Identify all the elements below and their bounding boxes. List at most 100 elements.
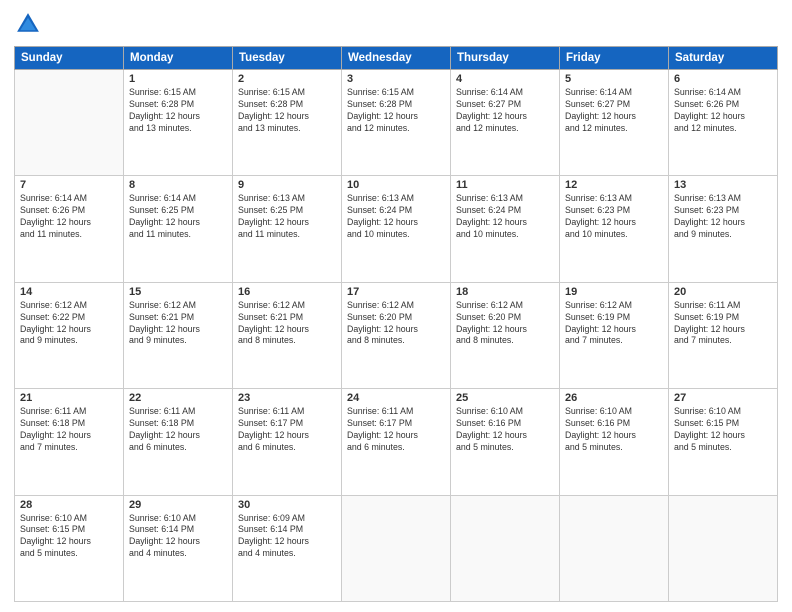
day-cell bbox=[560, 495, 669, 601]
day-number: 18 bbox=[456, 286, 554, 298]
day-cell: 15 Sunrise: 6:12 AM Sunset: 6:21 PM Dayli… bbox=[124, 282, 233, 388]
day-number: 7 bbox=[20, 179, 118, 191]
day-info: Sunrise: 6:11 AM Sunset: 6:17 PM Dayligh… bbox=[347, 406, 445, 454]
day-number: 26 bbox=[565, 392, 663, 404]
day-info: Sunrise: 6:14 AM Sunset: 6:25 PM Dayligh… bbox=[129, 193, 227, 241]
day-cell: 1Sunrise: 6:15 AM Sunset: 6:28 PM Daylig… bbox=[124, 70, 233, 176]
day-number: 2 bbox=[238, 73, 336, 85]
day-cell: 10Sunrise: 6:13 AM Sunset: 6:24 PM Dayli… bbox=[342, 176, 451, 282]
day-cell: 11 Sunrise: 6:13 AM Sunset: 6:24 PM Dayli… bbox=[451, 176, 560, 282]
day-number: 8 bbox=[129, 179, 227, 191]
week-row-1: 7 Sunrise: 6:14 AM Sunset: 6:26 PM Daylig… bbox=[15, 176, 778, 282]
calendar-header: SundayMondayTuesdayWednesdayThursdayFrid… bbox=[15, 47, 778, 70]
header-cell-sunday: Sunday bbox=[15, 47, 124, 70]
day-number: 15 bbox=[129, 286, 227, 298]
day-cell bbox=[15, 70, 124, 176]
day-cell: 20 Sunrise: 6:11 AM Sunset: 6:19 PM Dayli… bbox=[669, 282, 778, 388]
day-number: 20 bbox=[674, 286, 772, 298]
calendar: SundayMondayTuesdayWednesdayThursdayFrid… bbox=[14, 46, 778, 602]
logo bbox=[14, 10, 46, 38]
day-cell: 27Sunrise: 6:10 AM Sunset: 6:15 PM Dayli… bbox=[669, 389, 778, 495]
day-info: Sunrise: 6:15 AM Sunset: 6:28 PM Dayligh… bbox=[347, 87, 445, 135]
day-info: Sunrise: 6:13 AM Sunset: 6:23 PM Dayligh… bbox=[565, 193, 663, 241]
day-cell: 23 Sunrise: 6:11 AM Sunset: 6:17 PM Dayli… bbox=[233, 389, 342, 495]
day-cell: 25Sunrise: 6:10 AM Sunset: 6:16 PM Dayli… bbox=[451, 389, 560, 495]
day-cell: 7 Sunrise: 6:14 AM Sunset: 6:26 PM Daylig… bbox=[15, 176, 124, 282]
day-number: 13 bbox=[674, 179, 772, 191]
day-number: 28 bbox=[20, 499, 118, 511]
day-cell: 26 Sunrise: 6:10 AM Sunset: 6:16 PM Dayli… bbox=[560, 389, 669, 495]
day-number: 24 bbox=[347, 392, 445, 404]
day-cell: 3Sunrise: 6:15 AM Sunset: 6:28 PM Daylig… bbox=[342, 70, 451, 176]
day-cell: 12Sunrise: 6:13 AM Sunset: 6:23 PM Dayli… bbox=[560, 176, 669, 282]
week-row-3: 21 Sunrise: 6:11 AM Sunset: 6:18 PM Dayli… bbox=[15, 389, 778, 495]
day-number: 23 bbox=[238, 392, 336, 404]
day-number: 22 bbox=[129, 392, 227, 404]
day-info: Sunrise: 6:12 AM Sunset: 6:20 PM Dayligh… bbox=[347, 300, 445, 348]
day-info: Sunrise: 6:09 AM Sunset: 6:14 PM Dayligh… bbox=[238, 513, 336, 561]
day-info: Sunrise: 6:12 AM Sunset: 6:21 PM Dayligh… bbox=[129, 300, 227, 348]
day-cell: 16Sunrise: 6:12 AM Sunset: 6:21 PM Dayli… bbox=[233, 282, 342, 388]
day-number: 6 bbox=[674, 73, 772, 85]
day-info: Sunrise: 6:10 AM Sunset: 6:15 PM Dayligh… bbox=[20, 513, 118, 561]
day-cell: 19 Sunrise: 6:12 AM Sunset: 6:19 PM Dayli… bbox=[560, 282, 669, 388]
header bbox=[14, 10, 778, 38]
day-cell: 4 Sunrise: 6:14 AM Sunset: 6:27 PM Daylig… bbox=[451, 70, 560, 176]
week-row-2: 14 Sunrise: 6:12 AM Sunset: 6:22 PM Dayli… bbox=[15, 282, 778, 388]
day-number: 30 bbox=[238, 499, 336, 511]
day-number: 21 bbox=[20, 392, 118, 404]
day-info: Sunrise: 6:12 AM Sunset: 6:22 PM Dayligh… bbox=[20, 300, 118, 348]
day-info: Sunrise: 6:10 AM Sunset: 6:16 PM Dayligh… bbox=[456, 406, 554, 454]
day-info: Sunrise: 6:15 AM Sunset: 6:28 PM Dayligh… bbox=[129, 87, 227, 135]
day-cell: 17Sunrise: 6:12 AM Sunset: 6:20 PM Dayli… bbox=[342, 282, 451, 388]
day-info: Sunrise: 6:13 AM Sunset: 6:23 PM Dayligh… bbox=[674, 193, 772, 241]
calendar-body: 1Sunrise: 6:15 AM Sunset: 6:28 PM Daylig… bbox=[15, 70, 778, 602]
day-number: 5 bbox=[565, 73, 663, 85]
day-info: Sunrise: 6:14 AM Sunset: 6:27 PM Dayligh… bbox=[456, 87, 554, 135]
day-info: Sunrise: 6:10 AM Sunset: 6:16 PM Dayligh… bbox=[565, 406, 663, 454]
day-info: Sunrise: 6:10 AM Sunset: 6:14 PM Dayligh… bbox=[129, 513, 227, 561]
header-cell-saturday: Saturday bbox=[669, 47, 778, 70]
day-number: 14 bbox=[20, 286, 118, 298]
day-cell: 14 Sunrise: 6:12 AM Sunset: 6:22 PM Dayli… bbox=[15, 282, 124, 388]
logo-icon bbox=[14, 10, 42, 38]
header-cell-wednesday: Wednesday bbox=[342, 47, 451, 70]
day-info: Sunrise: 6:11 AM Sunset: 6:19 PM Dayligh… bbox=[674, 300, 772, 348]
day-number: 4 bbox=[456, 73, 554, 85]
day-cell bbox=[451, 495, 560, 601]
day-cell: 29 Sunrise: 6:10 AM Sunset: 6:14 PM Dayli… bbox=[124, 495, 233, 601]
day-number: 29 bbox=[129, 499, 227, 511]
day-number: 11 bbox=[456, 179, 554, 191]
day-number: 9 bbox=[238, 179, 336, 191]
day-cell: 18 Sunrise: 6:12 AM Sunset: 6:20 PM Dayli… bbox=[451, 282, 560, 388]
day-cell: 6 Sunrise: 6:14 AM Sunset: 6:26 PM Daylig… bbox=[669, 70, 778, 176]
day-info: Sunrise: 6:11 AM Sunset: 6:18 PM Dayligh… bbox=[129, 406, 227, 454]
day-info: Sunrise: 6:11 AM Sunset: 6:17 PM Dayligh… bbox=[238, 406, 336, 454]
day-cell: 2 Sunrise: 6:15 AM Sunset: 6:28 PM Daylig… bbox=[233, 70, 342, 176]
day-info: Sunrise: 6:13 AM Sunset: 6:25 PM Dayligh… bbox=[238, 193, 336, 241]
day-info: Sunrise: 6:11 AM Sunset: 6:18 PM Dayligh… bbox=[20, 406, 118, 454]
day-info: Sunrise: 6:12 AM Sunset: 6:19 PM Dayligh… bbox=[565, 300, 663, 348]
header-cell-friday: Friday bbox=[560, 47, 669, 70]
day-info: Sunrise: 6:13 AM Sunset: 6:24 PM Dayligh… bbox=[456, 193, 554, 241]
week-row-4: 28 Sunrise: 6:10 AM Sunset: 6:15 PM Dayli… bbox=[15, 495, 778, 601]
day-info: Sunrise: 6:10 AM Sunset: 6:15 PM Dayligh… bbox=[674, 406, 772, 454]
page: SundayMondayTuesdayWednesdayThursdayFrid… bbox=[0, 0, 792, 612]
day-cell: 13 Sunrise: 6:13 AM Sunset: 6:23 PM Dayli… bbox=[669, 176, 778, 282]
day-cell: 5Sunrise: 6:14 AM Sunset: 6:27 PM Daylig… bbox=[560, 70, 669, 176]
day-info: Sunrise: 6:12 AM Sunset: 6:21 PM Dayligh… bbox=[238, 300, 336, 348]
day-info: Sunrise: 6:15 AM Sunset: 6:28 PM Dayligh… bbox=[238, 87, 336, 135]
header-cell-monday: Monday bbox=[124, 47, 233, 70]
day-info: Sunrise: 6:14 AM Sunset: 6:26 PM Dayligh… bbox=[20, 193, 118, 241]
day-cell bbox=[342, 495, 451, 601]
day-cell: 30 Sunrise: 6:09 AM Sunset: 6:14 PM Dayli… bbox=[233, 495, 342, 601]
day-cell bbox=[669, 495, 778, 601]
day-number: 19 bbox=[565, 286, 663, 298]
week-row-0: 1Sunrise: 6:15 AM Sunset: 6:28 PM Daylig… bbox=[15, 70, 778, 176]
day-cell: 24 Sunrise: 6:11 AM Sunset: 6:17 PM Dayli… bbox=[342, 389, 451, 495]
day-info: Sunrise: 6:12 AM Sunset: 6:20 PM Dayligh… bbox=[456, 300, 554, 348]
header-cell-thursday: Thursday bbox=[451, 47, 560, 70]
day-cell: 21 Sunrise: 6:11 AM Sunset: 6:18 PM Dayli… bbox=[15, 389, 124, 495]
day-info: Sunrise: 6:14 AM Sunset: 6:26 PM Dayligh… bbox=[674, 87, 772, 135]
day-cell: 22 Sunrise: 6:11 AM Sunset: 6:18 PM Dayli… bbox=[124, 389, 233, 495]
